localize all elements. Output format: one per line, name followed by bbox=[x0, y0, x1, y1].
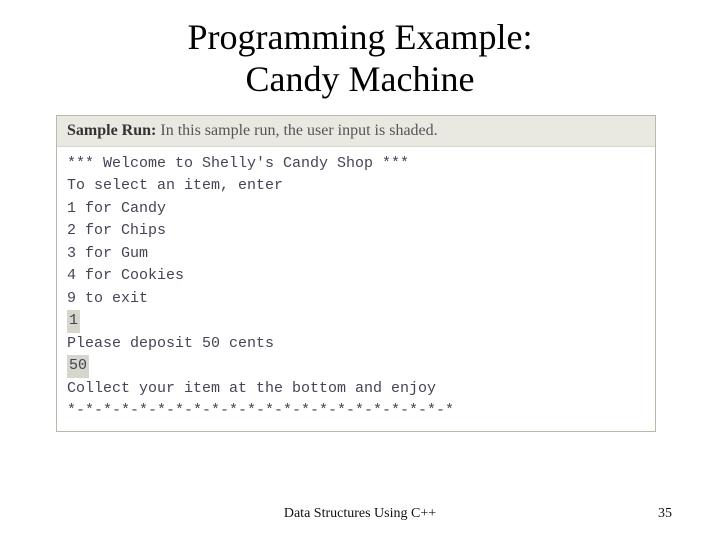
sample-run-box: Sample Run: In this sample run, the user… bbox=[56, 115, 656, 432]
output-line: 4 for Cookies bbox=[67, 265, 645, 288]
slide: Programming Example: Candy Machine Sampl… bbox=[0, 0, 720, 540]
user-input-shaded: 1 bbox=[67, 310, 80, 333]
footer-center-text: Data Structures Using C++ bbox=[0, 506, 720, 522]
user-input-line: 50 bbox=[67, 355, 645, 378]
slide-title: Programming Example: Candy Machine bbox=[0, 16, 720, 101]
output-line: *-*-*-*-*-*-*-*-*-*-*-*-*-*-*-*-*-*-*-*-… bbox=[67, 400, 645, 423]
slide-footer: Data Structures Using C++ 35 bbox=[0, 506, 720, 522]
output-line: 1 for Candy bbox=[67, 198, 645, 221]
user-input-line: 1 bbox=[67, 310, 645, 333]
title-line-2: Candy Machine bbox=[246, 59, 475, 99]
output-line: 2 for Chips bbox=[67, 220, 645, 243]
output-line: *** Welcome to Shelly's Candy Shop *** bbox=[67, 153, 645, 176]
output-line: Please deposit 50 cents bbox=[67, 333, 645, 356]
user-input-shaded: 50 bbox=[67, 355, 89, 378]
sample-run-body: *** Welcome to Shelly's Candy Shop *** T… bbox=[57, 147, 655, 431]
sample-run-header: Sample Run: In this sample run, the user… bbox=[57, 116, 655, 147]
sample-run-header-text: In this sample run, the user input is sh… bbox=[156, 122, 437, 139]
title-line-1: Programming Example: bbox=[188, 17, 533, 57]
sample-run-label: Sample Run: bbox=[67, 122, 156, 139]
output-line: 9 to exit bbox=[67, 288, 645, 311]
output-line: To select an item, enter bbox=[67, 175, 645, 198]
output-line: Collect your item at the bottom and enjo… bbox=[67, 378, 645, 401]
output-line: 3 for Gum bbox=[67, 243, 645, 266]
